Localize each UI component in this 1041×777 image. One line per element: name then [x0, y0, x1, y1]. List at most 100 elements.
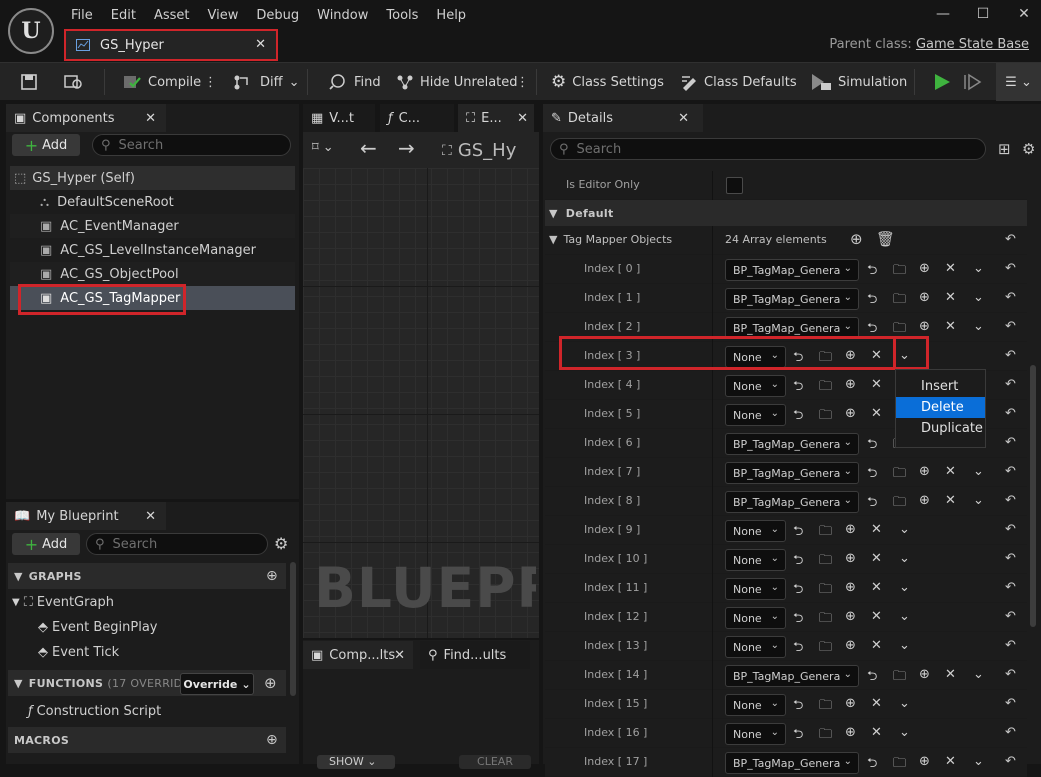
reset-to-default-icon[interactable]: ↶ [1005, 371, 1027, 400]
asset-picker-combo[interactable]: BP_TagMap_Genera ⌄ [725, 665, 859, 687]
asset-picker-combo[interactable]: BP_TagMap_Genera ⌄ [725, 752, 859, 774]
table-view-icon[interactable]: ⊞ [998, 140, 1011, 158]
tree-item-event-manager[interactable]: ▣ AC_EventManager [10, 214, 295, 238]
hamburger-menu-icon[interactable]: ☰ ⌄ [996, 63, 1041, 101]
bookmark-icon[interactable]: ⌑ ⌄ [312, 140, 334, 155]
reset-to-default-icon[interactable]: ↶ [1005, 255, 1027, 284]
use-selected-icon[interactable]: ⮌ [793, 551, 811, 569]
tab-compiler-results[interactable]: ▣ Comp...lts ✕ [303, 641, 413, 669]
insert-element-icon[interactable]: ⊕ [919, 667, 937, 685]
use-selected-icon[interactable]: ⮌ [867, 493, 885, 511]
event-begin-play-item[interactable]: ⬘ Event BeginPlay [38, 620, 158, 635]
delete-element-icon[interactable]: ✕ [871, 609, 889, 627]
maximize-button[interactable]: ☐ [970, 6, 996, 26]
use-selected-icon[interactable]: ⮌ [867, 754, 885, 772]
simulation-button[interactable]: Simulation [810, 63, 907, 101]
menu-item-duplicate[interactable]: Duplicate [896, 418, 985, 439]
menu-tools[interactable]: Tools [377, 6, 427, 25]
insert-element-icon[interactable]: ⊕ [919, 261, 937, 279]
reset-to-default-icon[interactable]: ↶ [1005, 487, 1027, 516]
row-options-chevron-icon[interactable]: ⌄ [899, 551, 917, 569]
play-button[interactable] [932, 63, 952, 101]
use-selected-icon[interactable]: ⮌ [793, 609, 811, 627]
use-selected-icon[interactable]: ⮌ [793, 377, 811, 395]
macros-section[interactable]: MACROS ⊕ [8, 727, 286, 753]
forward-arrow-icon[interactable]: → [398, 136, 415, 160]
add-macro-icon[interactable]: ⊕ [266, 732, 278, 748]
menu-view[interactable]: View [199, 6, 248, 25]
use-selected-icon[interactable]: ⮌ [867, 435, 885, 453]
asset-picker-combo[interactable]: None ⌄ [725, 578, 786, 600]
reset-to-default-icon[interactable]: ↶ [1005, 603, 1027, 632]
menu-debug[interactable]: Debug [247, 6, 308, 25]
tree-item-level-instance-manager[interactable]: ▣ AC_GS_LevelInstanceManager [10, 238, 295, 262]
reset-to-default-icon[interactable]: ↶ [1005, 342, 1027, 371]
use-selected-icon[interactable]: ⮌ [793, 406, 811, 424]
asset-picker-combo[interactable]: None ⌄ [725, 549, 786, 571]
row-options-chevron-icon[interactable]: ⌄ [973, 261, 991, 279]
menu-item-insert[interactable]: Insert [896, 376, 985, 397]
delete-element-icon[interactable]: ✕ [871, 406, 889, 424]
document-tab[interactable]: GS_Hyper ✕ [64, 29, 278, 61]
browse-asset-icon[interactable]: 🗀 [819, 609, 837, 627]
reset-to-default-icon[interactable]: ↶ [1005, 748, 1027, 777]
delete-element-icon[interactable]: ✕ [871, 522, 889, 540]
add-component-button[interactable]: + Add [12, 134, 80, 156]
add-function-icon[interactable]: ⊕ [264, 674, 277, 692]
reset-to-default-icon[interactable]: ↶ [1005, 284, 1027, 313]
insert-element-icon[interactable]: ⊕ [919, 290, 937, 308]
close-tab-icon[interactable]: ✕ [394, 648, 405, 663]
asset-picker-combo[interactable]: None ⌄ [725, 607, 786, 629]
use-selected-icon[interactable]: ⮌ [867, 261, 885, 279]
tab-event-graph[interactable]: ⛶ E... ✕ [458, 104, 534, 132]
reset-to-default-icon[interactable]: ↶ [1005, 458, 1027, 487]
delete-element-icon[interactable]: ✕ [945, 493, 963, 511]
my-blueprint-tab[interactable]: 📖 My Blueprint ✕ [6, 502, 166, 530]
insert-element-icon[interactable]: ⊕ [845, 522, 863, 540]
reset-to-default-icon[interactable]: ↶ [1005, 545, 1027, 574]
row-options-chevron-icon[interactable]: ⌄ [899, 696, 917, 714]
browse-asset-icon[interactable]: 🗀 [819, 406, 837, 424]
minimize-button[interactable]: — [930, 6, 956, 26]
tab-viewport[interactable]: ▦ V...t [303, 104, 375, 132]
use-selected-icon[interactable]: ⮌ [867, 464, 885, 482]
row-options-chevron-icon[interactable]: ⌄ [899, 609, 917, 627]
delete-element-icon[interactable]: ✕ [871, 377, 889, 395]
is-editor-only-checkbox[interactable] [726, 177, 743, 194]
tab-find-results[interactable]: ⚲ Find...ults [420, 641, 530, 669]
browse-asset-icon[interactable]: 🗀 [819, 522, 837, 540]
construction-script-item[interactable]: ƒ Construction Script [28, 704, 161, 719]
tree-item-self[interactable]: ⬚ GS_Hyper (Self) [10, 166, 295, 190]
menu-window[interactable]: Window [308, 6, 377, 25]
reset-to-default-icon[interactable]: ↶ [1005, 574, 1027, 603]
browse-asset-icon[interactable]: 🗀 [893, 261, 911, 279]
reset-to-default-icon[interactable]: ↶ [1005, 516, 1027, 545]
default-section[interactable]: ▼ Default [545, 200, 1027, 226]
compile-button[interactable]: Compile [122, 63, 201, 101]
parent-class-link[interactable]: Game State Base [916, 37, 1029, 52]
insert-element-icon[interactable]: ⊕ [845, 377, 863, 395]
insert-element-icon[interactable]: ⊕ [845, 551, 863, 569]
asset-picker-combo[interactable]: None ⌄ [725, 520, 786, 542]
clear-array-icon[interactable]: 🗑 [876, 230, 895, 248]
tree-item-object-pool[interactable]: ▣ AC_GS_ObjectPool [10, 262, 295, 286]
my-blueprint-scrollbar[interactable] [290, 562, 296, 696]
save-icon[interactable] [20, 63, 38, 101]
details-tab[interactable]: ✎ Details ✕ [543, 104, 703, 132]
close-my-blueprint-icon[interactable]: ✕ [145, 509, 156, 524]
add-element-icon[interactable]: ⊕ [850, 230, 863, 248]
browse-asset-icon[interactable]: 🗀 [819, 551, 837, 569]
use-selected-icon[interactable]: ⮌ [793, 522, 811, 540]
insert-element-icon[interactable]: ⊕ [845, 696, 863, 714]
play-options-icon[interactable] [963, 63, 983, 101]
tab-construction[interactable]: ƒ C... [380, 104, 454, 132]
row-options-chevron-icon[interactable]: ⌄ [899, 638, 917, 656]
row-options-chevron-icon[interactable]: ⌄ [973, 290, 991, 308]
diff-button[interactable]: Diff ⌄ [232, 63, 300, 101]
use-selected-icon[interactable]: ⮌ [793, 725, 811, 743]
browse-asset-icon[interactable]: 🗀 [893, 319, 911, 337]
reset-to-default-icon[interactable]: ↶ [1005, 429, 1027, 458]
reset-to-default-icon[interactable]: ↶ [1005, 632, 1027, 661]
event-tick-item[interactable]: ⬘ Event Tick [38, 645, 119, 660]
browse-asset-icon[interactable]: 🗀 [893, 754, 911, 772]
